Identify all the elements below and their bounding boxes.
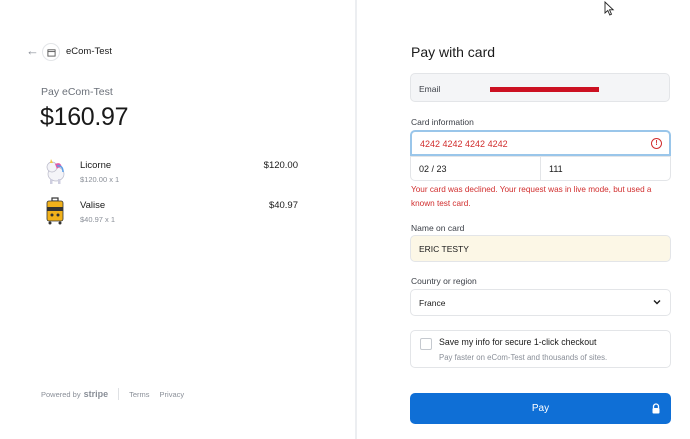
- footer-divider: [118, 388, 120, 400]
- error-icon: !: [651, 138, 662, 149]
- card-number-input[interactable]: 4242 4242 4242 4242 !: [410, 130, 671, 156]
- email-field[interactable]: Email: [410, 73, 670, 102]
- item-quantity: $120.00 x 1: [80, 175, 120, 184]
- store-name: eCom-Test: [66, 46, 112, 57]
- pay-label: Pay eCom-Test: [41, 86, 113, 98]
- chevron-down-icon: [653, 300, 661, 305]
- save-info-checkbox[interactable]: [420, 338, 432, 350]
- cvc-value: 111: [549, 164, 563, 174]
- privacy-link[interactable]: Privacy: [160, 390, 185, 399]
- save-info-box: Save my info for secure 1-click checkout…: [410, 330, 671, 368]
- order-summary-panel: ← eCom-Test Pay eCom-Test $160.97 Licorn…: [0, 0, 355, 439]
- item-name: Licorne: [80, 160, 112, 171]
- email-label: Email: [419, 84, 441, 94]
- powered-by-text: Powered by: [41, 389, 81, 399]
- item-name: Valise: [80, 200, 106, 211]
- item-price: $120.00: [263, 160, 298, 171]
- payment-form-panel: Pay with card Email Card information 424…: [357, 0, 690, 439]
- footer: Powered by stripe Terms Privacy: [41, 388, 194, 400]
- country-value: France: [419, 298, 446, 308]
- pay-button[interactable]: Pay: [410, 393, 671, 424]
- name-on-card-label: Name on card: [411, 223, 465, 233]
- country-label: Country or region: [411, 276, 477, 286]
- card-number-value: 4242 4242 4242 4242: [420, 139, 508, 149]
- pay-button-label: Pay: [531, 403, 550, 414]
- expiry-value: 02 / 23: [419, 164, 447, 174]
- card-information-group: 4242 4242 4242 4242 ! 02 / 23 111: [410, 130, 671, 182]
- line-item: Valise $40.97 x 1 $40.97: [42, 197, 298, 227]
- name-on-card-value: ERIC TESTY: [419, 244, 469, 254]
- card-information-label: Card information: [411, 117, 474, 127]
- item-price: $40.97: [268, 200, 298, 211]
- cvc-input[interactable]: 111: [540, 156, 671, 181]
- save-info-title: Save my info for secure 1-click checkout: [439, 337, 597, 347]
- stripe-logo: stripe: [83, 389, 109, 399]
- unicorn-image: [46, 159, 65, 184]
- store-icon: [42, 43, 60, 61]
- country-select[interactable]: France: [410, 289, 671, 316]
- back-arrow-icon[interactable]: ←: [26, 44, 39, 57]
- email-redaction: [490, 87, 599, 92]
- card-error-message: Your card was declined. Your request was…: [411, 185, 652, 208]
- form-title: Pay with card: [411, 44, 496, 60]
- item-quantity: $40.97 x 1: [80, 215, 116, 224]
- save-info-subtitle: Pay faster on eCom-Test and thousands of…: [439, 353, 608, 362]
- suitcase-image: [46, 197, 64, 225]
- line-item: Licorne $120.00 x 1 $120.00: [42, 157, 298, 187]
- terms-link[interactable]: Terms: [129, 390, 149, 399]
- lock-icon: [652, 403, 660, 414]
- mouse-cursor-icon: [604, 1, 615, 16]
- name-on-card-input[interactable]: ERIC TESTY: [410, 235, 671, 262]
- order-total: $160.97: [40, 103, 129, 131]
- expiry-input[interactable]: 02 / 23: [410, 156, 541, 181]
